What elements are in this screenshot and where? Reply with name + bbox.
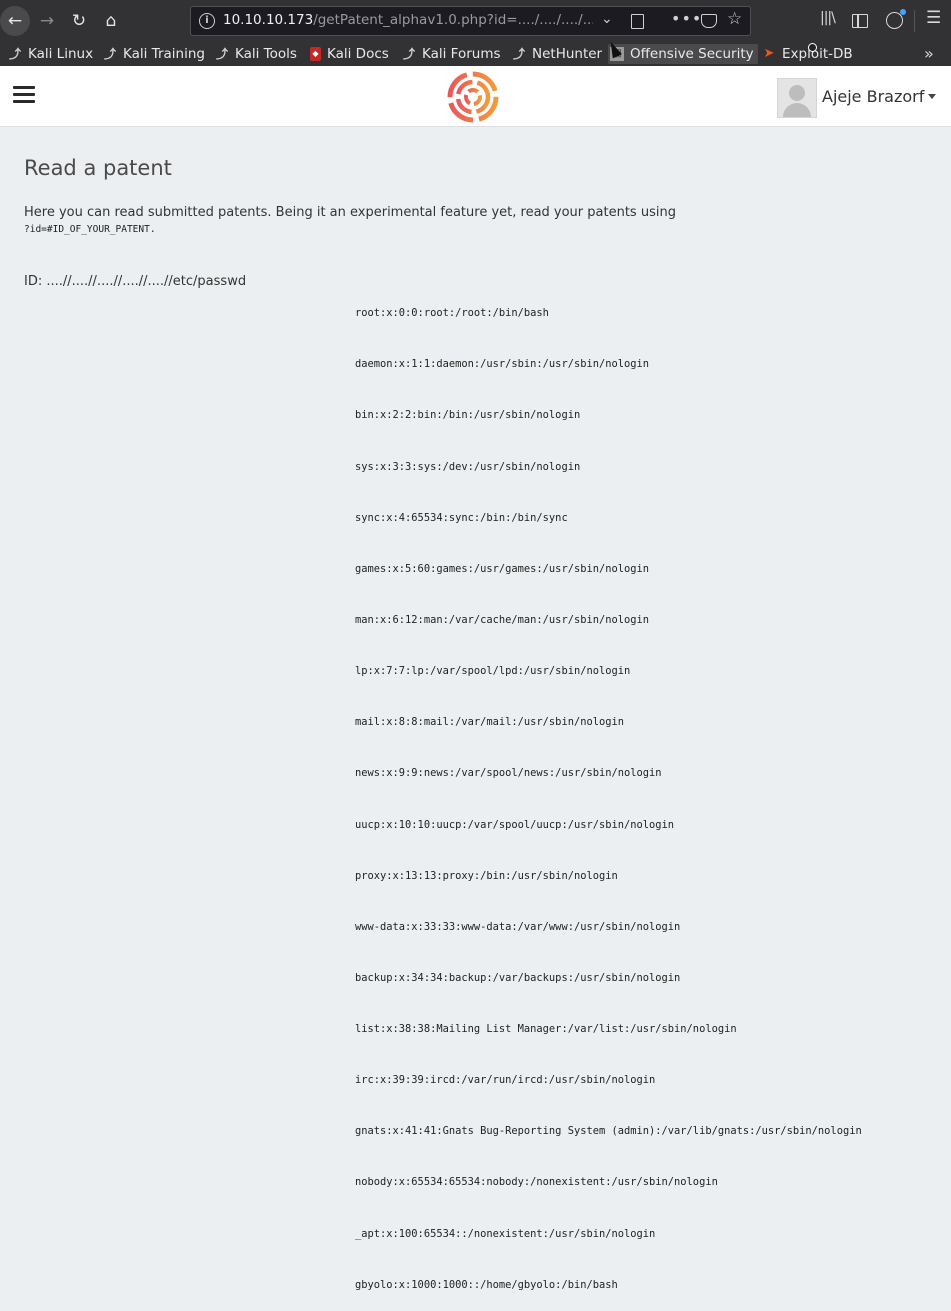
- chevron-right-icon[interactable]: »: [924, 44, 934, 63]
- bookmark-label: Kali Tools: [235, 46, 297, 62]
- file-line: proxy:x:13:13:proxy:/bin:/usr/sbin/nolog…: [355, 868, 862, 885]
- file-line: www-data:x:33:33:www-data:/var/www:/usr/…: [355, 919, 862, 936]
- url-path: /getPatent_alphav1.0.php?id=..../..../..…: [313, 12, 593, 28]
- exploit-db-icon: ➤: [762, 47, 776, 61]
- bookmark-label: NetHunter: [532, 46, 602, 62]
- chevron-down-icon[interactable]: [928, 94, 936, 99]
- account-icon[interactable]: [886, 12, 903, 29]
- back-button[interactable]: ←: [0, 6, 30, 36]
- status-dot: [808, 43, 817, 52]
- url-dropdown-icon[interactable]: ⌄: [601, 11, 613, 27]
- site-info-icon[interactable]: i: [199, 13, 215, 29]
- bookmark-kali-forums[interactable]: ⤴ Kali Forums: [402, 44, 501, 64]
- bookmark-nethunter[interactable]: ⤴ NetHunter: [512, 44, 602, 64]
- sidebar-icon[interactable]: [852, 14, 868, 28]
- patent-id-label: ID: ....//....//....//....//....//etc/pa…: [24, 274, 246, 289]
- file-line: uucp:x:10:10:uucp:/var/spool/uucp:/usr/s…: [355, 817, 862, 834]
- file-line: sys:x:3:3:sys:/dev:/usr/sbin/nologin: [355, 459, 862, 476]
- bookmark-label: Offensive Security: [630, 46, 754, 62]
- file-line: sync:x:4:65534:sync:/bin:/bin/sync: [355, 510, 862, 527]
- bookmark-label: Kali Forums: [422, 46, 501, 62]
- file-line: news:x:9:9:news:/var/spool/news:/usr/sbi…: [355, 765, 862, 782]
- kali-docs-icon: ◆: [310, 47, 321, 61]
- bookmark-kali-docs[interactable]: ◆ Kali Docs: [310, 44, 389, 64]
- toolbar-divider: [914, 10, 915, 32]
- bookmark-label: Exploit-DB: [782, 46, 853, 62]
- hamburger-menu-icon[interactable]: [13, 86, 35, 107]
- library-icon[interactable]: |||\: [820, 10, 835, 26]
- kali-dragon-icon: ⤴: [512, 47, 526, 61]
- menu-icon[interactable]: ☰: [926, 8, 941, 28]
- file-line: daemon:x:1:1:daemon:/usr/sbin:/usr/sbin/…: [355, 356, 862, 373]
- patent-content: root:x:0:0:root:/root:/bin/bash daemon:x…: [355, 271, 862, 1311]
- kali-dragon-icon: ⤴: [8, 47, 22, 61]
- file-line: gbyolo:x:1000:1000::/home/gbyolo:/bin/ba…: [355, 1277, 862, 1294]
- site-logo[interactable]: [447, 71, 499, 123]
- bookmark-label: Kali Training: [123, 46, 205, 62]
- kali-dragon-icon: ⤴: [215, 47, 229, 61]
- file-line: bin:x:2:2:bin:/bin:/usr/sbin/nologin: [355, 407, 862, 424]
- bookmark-kali-tools[interactable]: ⤴ Kali Tools: [215, 44, 297, 64]
- file-line: lp:x:7:7:lp:/var/spool/lpd:/usr/sbin/nol…: [355, 663, 862, 680]
- username[interactable]: Ajeje Brazorf: [822, 87, 924, 106]
- bookmark-label: Kali Docs: [327, 46, 389, 62]
- avatar[interactable]: [777, 78, 817, 118]
- page-actions-icon[interactable]: •••: [671, 9, 702, 28]
- file-line: mail:x:8:8:mail:/var/mail:/usr/sbin/nolo…: [355, 714, 862, 731]
- file-line: backup:x:34:34:backup:/var/backups:/usr/…: [355, 970, 862, 987]
- file-line: games:x:5:60:games:/usr/games:/usr/sbin/…: [355, 561, 862, 578]
- kali-dragon-icon: ⤴: [402, 47, 416, 61]
- file-line: nobody:x:65534:65534:nobody:/nonexistent…: [355, 1174, 862, 1191]
- forward-button[interactable]: →: [32, 6, 62, 36]
- url-bar[interactable]: i 10.10.10.173/getPatent_alphav1.0.php?i…: [190, 6, 751, 36]
- file-line: gnats:x:41:41:Gnats Bug-Reporting System…: [355, 1123, 862, 1140]
- page-title: Read a patent: [24, 156, 172, 180]
- browser-toolbar: ← → ↻ ⌂ i 10.10.10.173/getPatent_alphav1…: [0, 0, 951, 42]
- url-host: 10.10.10.173: [223, 12, 313, 28]
- bookmark-kali-linux[interactable]: ⤴ Kali Linux: [8, 44, 93, 64]
- reload-button[interactable]: ↻: [64, 6, 94, 36]
- page-header: Ajeje Brazorf: [0, 66, 951, 127]
- bookmark-star-icon[interactable]: ☆: [727, 9, 742, 29]
- home-button[interactable]: ⌂: [96, 6, 126, 36]
- pocket-icon[interactable]: [701, 14, 717, 28]
- reader-view-icon[interactable]: [631, 14, 644, 29]
- bookmark-offensive-security[interactable]: ▣ Offensive Security: [608, 44, 758, 64]
- file-line: _apt:x:100:65534::/nonexistent:/usr/sbin…: [355, 1226, 862, 1243]
- bookmark-label: Kali Linux: [28, 46, 93, 62]
- file-line: list:x:38:38:Mailing List Manager:/var/l…: [355, 1021, 862, 1038]
- bookmark-kali-training[interactable]: ⤴ Kali Training: [103, 44, 205, 64]
- file-line: irc:x:39:39:ircd:/var/run/ircd:/usr/sbin…: [355, 1072, 862, 1089]
- url-text[interactable]: 10.10.10.173/getPatent_alphav1.0.php?id=…: [223, 12, 593, 28]
- intro-code: ?id=#ID_OF_YOUR_PATENT.: [24, 224, 156, 235]
- intro-text: Here you can read submitted patents. Bei…: [24, 205, 676, 220]
- file-line: man:x:6:12:man:/var/cache/man:/usr/sbin/…: [355, 612, 862, 629]
- file-line: root:x:0:0:root:/root:/bin/bash: [355, 305, 862, 322]
- kali-dragon-icon: ⤴: [103, 47, 117, 61]
